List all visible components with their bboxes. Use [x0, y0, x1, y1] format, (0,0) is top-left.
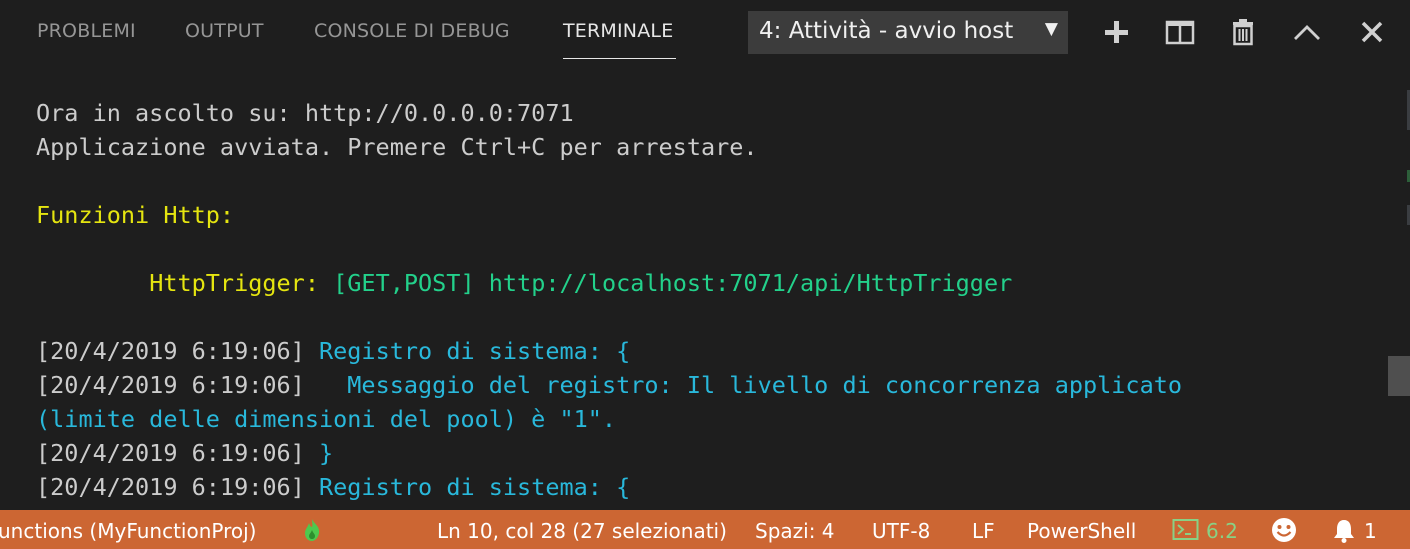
status-project[interactable]: unctions (MyFunctionProj) [0, 519, 257, 543]
terminal-line: HttpTrigger: [GET,POST] http://localhost… [36, 266, 1376, 300]
plus-icon[interactable] [1100, 16, 1132, 48]
tab-problems[interactable]: PROBLEMI [37, 20, 136, 42]
terminal-line: Applicazione avviata. Premere Ctrl+C per… [36, 130, 1376, 164]
status-cursor-position[interactable]: Ln 10, col 28 (27 selezionati) [437, 519, 727, 543]
log-timestamp: [20/4/2019 6:19:06] [36, 371, 305, 399]
status-encoding[interactable]: UTF-8 [872, 519, 930, 543]
started-text: Applicazione avviata. Premere Ctrl+C per… [36, 133, 758, 161]
tab-debug-console[interactable]: CONSOLE DI DEBUG [314, 20, 510, 42]
terminal-line: [20/4/2019 6:19:06] } [36, 436, 1376, 470]
log-message: Registro di sistema: { [318, 337, 631, 365]
smiley-feedback-icon[interactable] [1269, 516, 1299, 549]
log-message: Registro di sistema: { [318, 473, 631, 501]
status-language[interactable]: PowerShell [1027, 519, 1136, 543]
http-functions-heading: Funzioni Http: [36, 201, 235, 229]
listening-text: Ora in ascolto su: http://0.0.0.0:7071 [36, 99, 574, 127]
status-indentation[interactable]: Spazi: 4 [755, 519, 835, 543]
status-bar: unctions (MyFunctionProj) Ln 10, col 28 … [0, 510, 1410, 549]
log-message: } [318, 439, 334, 467]
chevron-up-icon[interactable] [1291, 16, 1323, 48]
panel-tabbar: PROBLEMI OUTPUT CONSOLE DI DEBUG TERMINA… [0, 0, 1410, 66]
active-tab-indicator [563, 58, 676, 59]
terminal-line: (limite delle dimensioni del pool) è "1"… [36, 402, 1376, 436]
terminal-output[interactable]: Ora in ascolto su: http://0.0.0.0:7071 A… [36, 96, 1376, 504]
flame-icon[interactable] [300, 517, 324, 548]
status-eol[interactable]: LF [972, 519, 995, 543]
trash-icon[interactable] [1227, 16, 1259, 48]
dropdown-arrow-icon: ▼ [1044, 19, 1058, 39]
close-icon[interactable] [1356, 16, 1388, 48]
terminal-panel: PROBLEMI OUTPUT CONSOLE DI DEBUG TERMINA… [0, 0, 1410, 510]
trigger-url[interactable]: http://localhost:7071/api/HttpTrigger [489, 269, 1012, 297]
split-terminal-icon[interactable] [1164, 16, 1196, 48]
terminal-scrollbar[interactable] [1390, 0, 1410, 510]
log-message-continuation: (limite delle dimensioni del pool) è "1"… [36, 405, 617, 433]
terminal-line: Funzioni Http: [36, 198, 1376, 232]
trigger-methods: [GET,POST] [333, 269, 475, 297]
log-timestamp: [20/4/2019 6:19:06] [36, 439, 305, 467]
terminal-line: Ora in ascolto su: http://0.0.0.0:7071 [36, 96, 1376, 130]
terminal-line: [20/4/2019 6:19:06] Registro di sistema:… [36, 470, 1376, 504]
tab-output[interactable]: OUTPUT [185, 20, 264, 42]
terminal-line: [20/4/2019 6:19:06] Messaggio del regist… [36, 368, 1376, 402]
notification-count[interactable]: 1 [1364, 519, 1377, 543]
scrollbar-thumb[interactable] [1388, 356, 1410, 396]
log-message: Messaggio del registro: Il livello di co… [347, 371, 1183, 399]
status-ps-version[interactable]: 6.2 [1206, 519, 1238, 543]
terminal-line: [20/4/2019 6:19:06] Registro di sistema:… [36, 334, 1376, 368]
tab-terminal[interactable]: TERMINALE [563, 20, 673, 42]
trigger-name: HttpTrigger: [149, 269, 319, 297]
terminal-select[interactable]: 4: Attività - avvio host ▼ [748, 11, 1068, 54]
log-timestamp: [20/4/2019 6:19:06] [36, 473, 305, 501]
bell-icon[interactable] [1332, 518, 1356, 549]
log-timestamp: [20/4/2019 6:19:06] [36, 337, 305, 365]
terminal-select-value: 4: Attività - avvio host [759, 18, 1014, 44]
terminal-prompt-icon[interactable] [1172, 518, 1200, 547]
